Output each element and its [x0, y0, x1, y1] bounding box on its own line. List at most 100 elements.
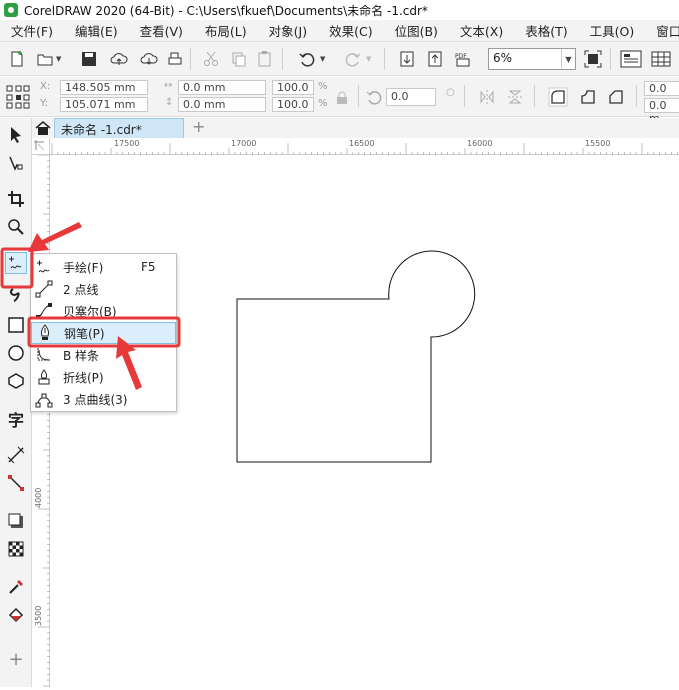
paste-icon[interactable] [256, 50, 274, 68]
flyout-item-polyline[interactable]: 折线(P) [31, 366, 176, 388]
cloud-download-icon[interactable] [140, 50, 158, 68]
new-document-icon[interactable] [8, 50, 26, 68]
home-icon[interactable] [34, 119, 52, 137]
connector-icon [8, 475, 24, 491]
lock-ratio-icon[interactable] [336, 91, 348, 105]
menu-effects[interactable]: 效果(C) [318, 21, 383, 40]
flyout-item-three-point-curve[interactable]: 3 点曲线(3) [31, 388, 176, 410]
menu-edit[interactable]: 编辑(E) [64, 21, 129, 40]
undo-icon[interactable] [298, 50, 316, 68]
flyout-item-freehand[interactable]: 手绘(F) F5 [31, 256, 176, 278]
height-field[interactable]: 0.0 mm [178, 97, 266, 112]
copy-icon[interactable] [230, 50, 248, 68]
open-dropdown-icon[interactable]: ▼ [56, 55, 61, 63]
save-icon[interactable] [80, 50, 98, 68]
mirror-vertical-icon[interactable] [506, 88, 524, 106]
magnifier-icon [8, 219, 24, 235]
menu-tools[interactable]: 工具(O) [579, 21, 646, 40]
menu-object[interactable]: 对象(J) [258, 21, 318, 40]
document-tab[interactable]: 未命名 -1.cdr* [54, 118, 184, 138]
show-rulers-icon[interactable] [620, 50, 642, 68]
degree-icon: ○ [446, 87, 455, 98]
transparency-checker-icon [8, 541, 24, 557]
zoom-tool[interactable] [5, 216, 27, 238]
horizontal-ruler[interactable]: 17500 17000 16500 16000 15500 [50, 138, 679, 155]
transparency-tool[interactable] [5, 538, 27, 560]
cut-icon[interactable] [202, 50, 220, 68]
drop-shadow-tool[interactable] [5, 510, 27, 532]
cloud-upload-icon[interactable] [110, 50, 128, 68]
add-tab-icon[interactable]: + [192, 119, 208, 135]
ruler-origin-corner[interactable] [32, 138, 50, 155]
bezier-icon [36, 303, 52, 319]
connector-tool[interactable] [5, 472, 27, 494]
flyout-item-bezier[interactable]: 贝塞尔(B) [31, 300, 176, 322]
freehand-tool[interactable] [5, 252, 27, 274]
publish-pdf-icon[interactable]: PDF [454, 50, 472, 68]
scale-y-percent: % [318, 98, 328, 109]
width-icon: ↔ [164, 80, 173, 91]
import-icon[interactable] [398, 50, 416, 68]
corner-radius-top-field[interactable]: 0.0 m [644, 81, 679, 108]
drawn-shape[interactable] [236, 250, 476, 463]
flyout-item-b-spline[interactable]: B 样条 [31, 344, 176, 366]
polygon-tool[interactable] [5, 370, 27, 392]
ellipse-tool[interactable] [5, 342, 27, 364]
menu-bitmaps[interactable]: 位图(B) [384, 21, 449, 40]
show-grid-icon[interactable] [650, 50, 672, 68]
redo-dropdown-icon[interactable]: ▼ [366, 55, 371, 63]
menu-view[interactable]: 查看(V) [129, 21, 194, 40]
undo-dropdown-icon[interactable]: ▼ [320, 55, 325, 63]
polygon-icon [8, 373, 24, 389]
menu-table[interactable]: 表格(T) [514, 21, 578, 40]
reference-point-icon[interactable] [6, 85, 30, 109]
menu-text[interactable]: 文本(X) [449, 21, 514, 40]
vertical-ruler-ticks [38, 154, 50, 687]
print-icon[interactable] [166, 50, 184, 68]
rotate-icon [366, 91, 382, 105]
redo-icon[interactable] [344, 50, 362, 68]
menu-file[interactable]: 文件(F) [0, 21, 64, 40]
rectangle-tool[interactable] [5, 314, 27, 336]
ruler-label: 3500 [34, 605, 43, 626]
zoom-level-combo[interactable]: 6% ▼ [488, 48, 576, 70]
add-tool-button[interactable]: + [5, 648, 27, 670]
export-icon[interactable] [426, 50, 444, 68]
mirror-horizontal-icon[interactable] [478, 88, 496, 106]
shape-tool[interactable] [5, 152, 27, 174]
y-position-field[interactable]: 105.071 mm [60, 97, 148, 112]
interactive-fill-tool[interactable] [5, 604, 27, 626]
scale-x-field[interactable]: 100.0 [272, 80, 314, 95]
freehand-icon [9, 256, 22, 269]
x-position-field[interactable]: 148.505 mm [60, 80, 148, 95]
polyline-icon [38, 369, 50, 385]
eyedropper-tool[interactable] [5, 576, 27, 598]
drop-shadow-icon [8, 513, 23, 528]
flyout-item-two-point-line[interactable]: 2 点线 [31, 278, 176, 300]
pen-icon [40, 324, 50, 340]
round-corner-icon[interactable] [548, 87, 568, 107]
chamfered-corner-icon[interactable] [606, 87, 626, 107]
pick-tool[interactable] [5, 124, 27, 146]
width-field[interactable]: 0.0 mm [178, 80, 266, 95]
scalloped-corner-icon[interactable] [578, 87, 598, 107]
drawing-canvas[interactable] [50, 155, 679, 687]
corner-radius-bottom-field[interactable]: 0.0 m [644, 98, 679, 125]
menu-layout[interactable]: 布局(L) [194, 21, 258, 40]
open-folder-icon[interactable] [36, 50, 54, 68]
window-title: CorelDRAW 2020 (64-Bit) - C:\Users\fkuef… [24, 3, 428, 18]
title-bar: CorelDRAW 2020 (64-Bit) - C:\Users\fkuef… [0, 0, 679, 20]
scale-y-field[interactable]: 100.0 [272, 97, 314, 112]
vertical-ruler[interactable]: 4000 3500 [32, 138, 50, 687]
full-screen-icon[interactable] [584, 50, 602, 68]
zoom-dropdown-icon[interactable]: ▼ [561, 49, 575, 69]
text-tool[interactable]: 字 [5, 408, 27, 430]
parallel-dimension-tool[interactable] [5, 444, 27, 466]
rotation-angle-field[interactable]: 0.0 [386, 88, 436, 106]
plus-icon: + [8, 648, 24, 670]
crop-tool[interactable] [5, 188, 27, 210]
menu-window[interactable]: 窗口 [645, 21, 679, 40]
artistic-media-tool[interactable] [5, 284, 27, 306]
flyout-item-pen[interactable]: 钢笔(P) [31, 322, 176, 344]
document-tab-label: 未命名 -1.cdr* [61, 123, 142, 137]
